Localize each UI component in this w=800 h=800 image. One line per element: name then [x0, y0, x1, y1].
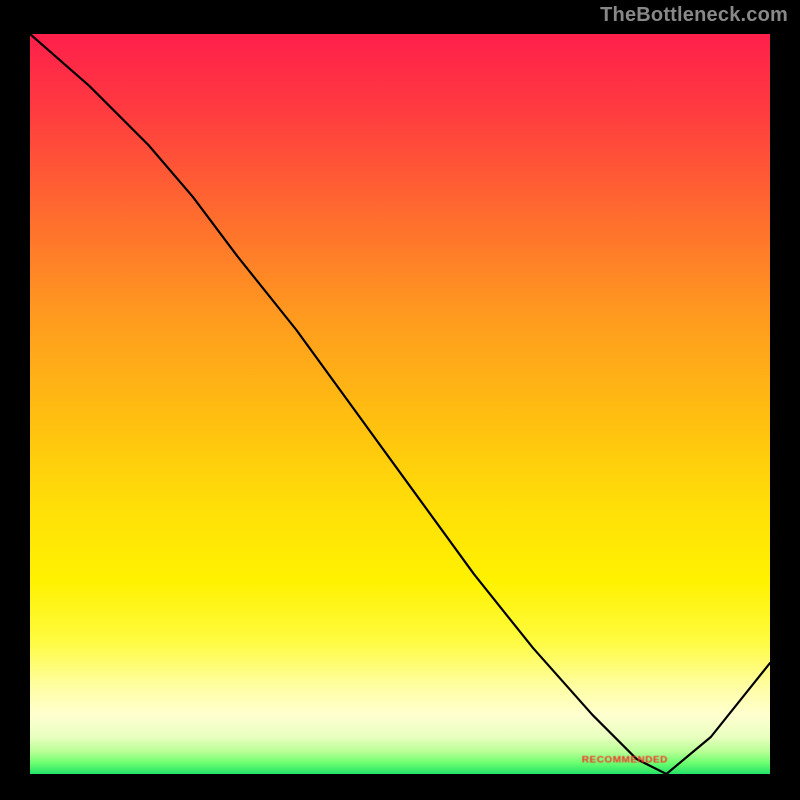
chart-container: TheBottleneck.com RECOMMENDED: [0, 0, 800, 800]
recommended-annotation: RECOMMENDED: [582, 755, 668, 765]
bottleneck-curve: [30, 34, 770, 774]
plot-area: RECOMMENDED: [30, 34, 770, 774]
watermark-label: TheBottleneck.com: [600, 4, 788, 27]
